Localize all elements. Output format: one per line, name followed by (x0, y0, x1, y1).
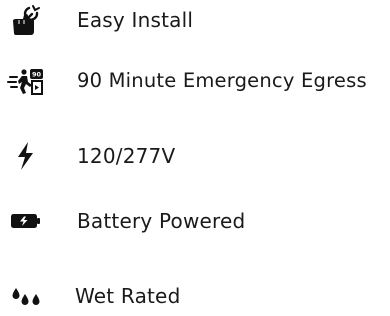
feature-label: Easy Install (77, 8, 194, 32)
svg-text:90: 90 (32, 71, 42, 79)
emergency-exit-icon: 90 (6, 61, 46, 101)
feature-label: 120/277V (77, 144, 176, 168)
water-drops-icon (6, 276, 46, 316)
feature-label: 90 Minute Emergency Egress (77, 69, 367, 92)
feature-easy-install: Easy Install (0, 0, 390, 40)
feature-voltage: 120/277V (0, 136, 390, 176)
feature-label: Battery Powered (77, 209, 246, 233)
lightning-bolt-icon (6, 136, 46, 176)
feature-emergency-egress: 90 90 Minute Emergency Egress (0, 61, 390, 101)
battery-charging-icon (6, 201, 46, 241)
feature-label: Wet Rated (75, 284, 181, 308)
hand-wrench-icon (6, 0, 46, 40)
feature-battery-powered: Battery Powered (0, 201, 390, 241)
feature-wet-rated: Wet Rated (0, 276, 390, 316)
